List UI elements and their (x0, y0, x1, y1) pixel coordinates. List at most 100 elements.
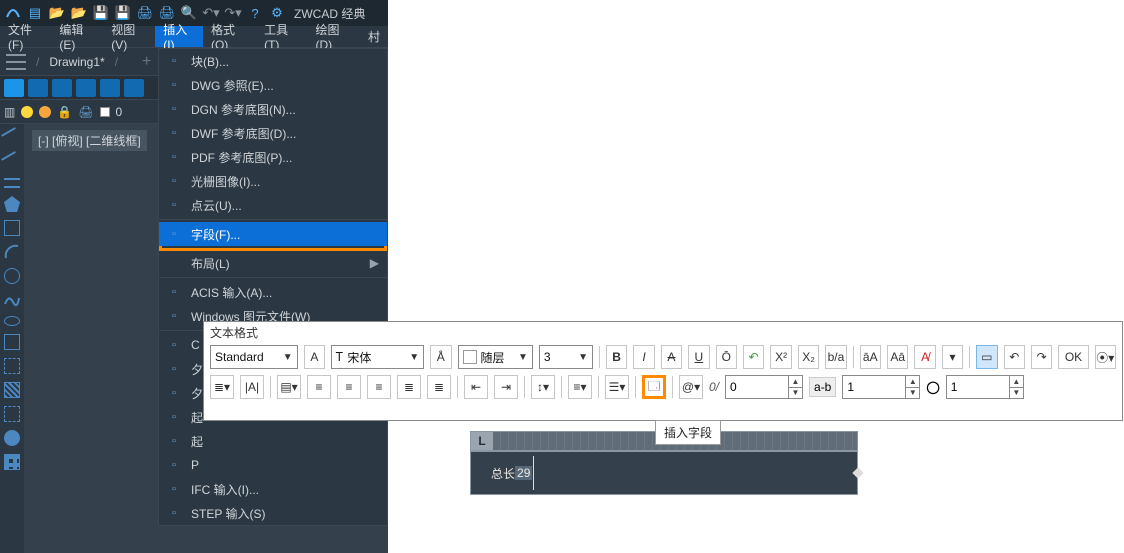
xline-tool-icon[interactable] (1, 151, 23, 173)
insert-menu-item[interactable]: ▫DWF 参考底图(D)... (159, 121, 387, 145)
subscript-button[interactable]: X₂ (798, 345, 819, 369)
ok-button[interactable]: OK (1058, 345, 1088, 369)
menu-overflow[interactable]: 村 (360, 26, 388, 47)
tracking-field[interactable] (843, 380, 905, 394)
insert-menu-item[interactable]: ▫P (159, 453, 387, 477)
menu-draw[interactable]: 绘图(D) (307, 26, 360, 47)
new-icon[interactable]: ▤ (26, 4, 44, 22)
style-dropdown[interactable]: Standard▼ (210, 345, 298, 369)
layer-freeze-icon[interactable] (39, 106, 51, 118)
align-left-button[interactable]: ≡ (307, 375, 331, 399)
tracking-input[interactable]: ▲▼ (842, 375, 920, 399)
justify-button[interactable]: ▤▾ (277, 375, 301, 399)
insert-menu-item[interactable]: ▫DGN 参考底图(N)... (159, 97, 387, 121)
tool-undo-icon[interactable] (124, 79, 144, 97)
redo2-button[interactable]: ↷ (1031, 345, 1052, 369)
block-tool-icon[interactable] (4, 334, 20, 350)
print-icon[interactable]: 🖨 (136, 4, 154, 22)
help-icon[interactable]: ? (246, 4, 264, 22)
mtext-edit-box[interactable]: 总长29 (470, 451, 858, 495)
table-tool-icon[interactable] (4, 454, 20, 470)
insert-menu-item[interactable]: ▫块(B)... (159, 49, 387, 73)
options-dropdown[interactable]: ▾ (942, 345, 963, 369)
linespacing-button[interactable]: ↕▾ (531, 375, 555, 399)
clear-format-button[interactable]: A̸ (914, 345, 935, 369)
strike-button[interactable]: A (661, 345, 682, 369)
underline-button[interactable]: U (688, 345, 709, 369)
numbering-button[interactable]: ≡▾ (568, 375, 592, 399)
spin-up-icon[interactable]: ▲ (906, 376, 919, 388)
align-dist-button[interactable]: ≣ (427, 375, 451, 399)
spin-up-icon[interactable]: ▲ (1010, 376, 1023, 388)
rectangle-tool-icon[interactable] (4, 220, 20, 236)
insert-menu-item[interactable]: ▫DWG 参照(E)... (159, 73, 387, 97)
align-right-button[interactable]: ≡ (367, 375, 391, 399)
tool-plot-icon[interactable] (100, 79, 120, 97)
annotative-icon[interactable]: Å (430, 345, 451, 369)
circle-tool-icon[interactable] (4, 268, 20, 284)
layer-lock-icon[interactable]: 🔒 (57, 105, 72, 119)
save-icon[interactable]: 💾 (92, 4, 110, 22)
preview-icon[interactable]: 🔍 (180, 4, 198, 22)
indent-right-button[interactable]: ⇥ (494, 375, 518, 399)
oblique-input[interactable]: ▲▼ (725, 375, 803, 399)
spin-down-icon[interactable]: ▼ (1010, 388, 1023, 399)
plot-preview-icon[interactable]: 🖨 (158, 4, 176, 22)
bullets-button[interactable]: ☰▾ (605, 375, 629, 399)
menu-file[interactable]: 文件(F) (0, 26, 51, 47)
layer-manager-icon[interactable]: ▥ (4, 105, 15, 119)
polyline-tool-icon[interactable] (4, 178, 20, 188)
insert-menu-item[interactable]: 布局(L)▶ (159, 251, 387, 275)
tool-saveas-icon[interactable] (76, 79, 96, 97)
arc-tool-icon[interactable] (4, 244, 20, 260)
menu-tools[interactable]: 工具(T) (256, 26, 307, 47)
columns-button[interactable]: ≣▾ (210, 375, 234, 399)
tool-new-icon[interactable] (4, 79, 24, 97)
mtext-editor-button[interactable]: |A| (240, 375, 264, 399)
overline-button[interactable]: Ō (716, 345, 737, 369)
oblique-field[interactable] (726, 380, 788, 394)
saveas-icon[interactable]: 💾 (114, 4, 132, 22)
more-options-button[interactable]: ⦿▾ (1095, 345, 1116, 369)
width-field[interactable] (947, 380, 1009, 394)
ellipse-tool-icon[interactable] (4, 316, 20, 326)
layer-color-swatch[interactable] (100, 107, 110, 117)
case-lower-button[interactable]: Aā (887, 345, 908, 369)
spin-up-icon[interactable]: ▲ (789, 376, 802, 388)
redo-icon[interactable]: ↷▾ (224, 4, 242, 22)
menu-view[interactable]: 视图(V) (103, 26, 155, 47)
open2-icon[interactable]: 📂 (70, 4, 88, 22)
insert-field-button[interactable]: 🗔 (642, 375, 666, 399)
undo2-button[interactable]: ↶ (1004, 345, 1025, 369)
line-tool-icon[interactable] (1, 127, 23, 149)
color-dropdown[interactable]: 随层▼ (458, 345, 533, 369)
insert-menu-item[interactable]: ▫光栅图像(I)... (159, 169, 387, 193)
spline-tool-icon[interactable] (4, 292, 20, 308)
case-upper-button[interactable]: āA (860, 345, 881, 369)
add-tab-button[interactable]: + (142, 53, 151, 71)
insert-menu-item[interactable]: ▫IFC 输入(I)... (159, 477, 387, 501)
menu-insert[interactable]: 插入(I) (155, 26, 203, 47)
spin-down-icon[interactable]: ▼ (789, 388, 802, 399)
align-justify-button[interactable]: ≣ (397, 375, 421, 399)
point-tool-icon[interactable] (4, 358, 20, 374)
insert-menu-item[interactable]: ▫ACIS 输入(A)... (159, 280, 387, 304)
layer-on-icon[interactable] (21, 106, 33, 118)
widthfactor-input[interactable]: ▲▼ (946, 375, 1024, 399)
layer-0-label[interactable]: 0 (116, 105, 123, 119)
superscript-button[interactable]: X² (770, 345, 791, 369)
settings-gear-icon[interactable]: ⚙ (268, 4, 286, 22)
indent-left-button[interactable]: ⇤ (464, 375, 488, 399)
resize-grip-icon[interactable] (852, 467, 863, 478)
insert-menu-item[interactable]: ▫点云(U)... (159, 193, 387, 217)
stack-button[interactable]: b/a (825, 345, 846, 369)
undo-button[interactable]: ↶ (743, 345, 764, 369)
spin-down-icon[interactable]: ▼ (906, 388, 919, 399)
align-center-button[interactable]: ≡ (337, 375, 361, 399)
insert-menu-item[interactable]: ▫PDF 参考底图(P)... (159, 145, 387, 169)
undo-icon[interactable]: ↶▾ (202, 4, 220, 22)
region-tool-icon[interactable] (4, 406, 20, 422)
hamburger-icon[interactable] (6, 54, 26, 70)
doc-tab[interactable]: Drawing1* (49, 55, 104, 69)
open-icon[interactable]: 📂 (48, 4, 66, 22)
